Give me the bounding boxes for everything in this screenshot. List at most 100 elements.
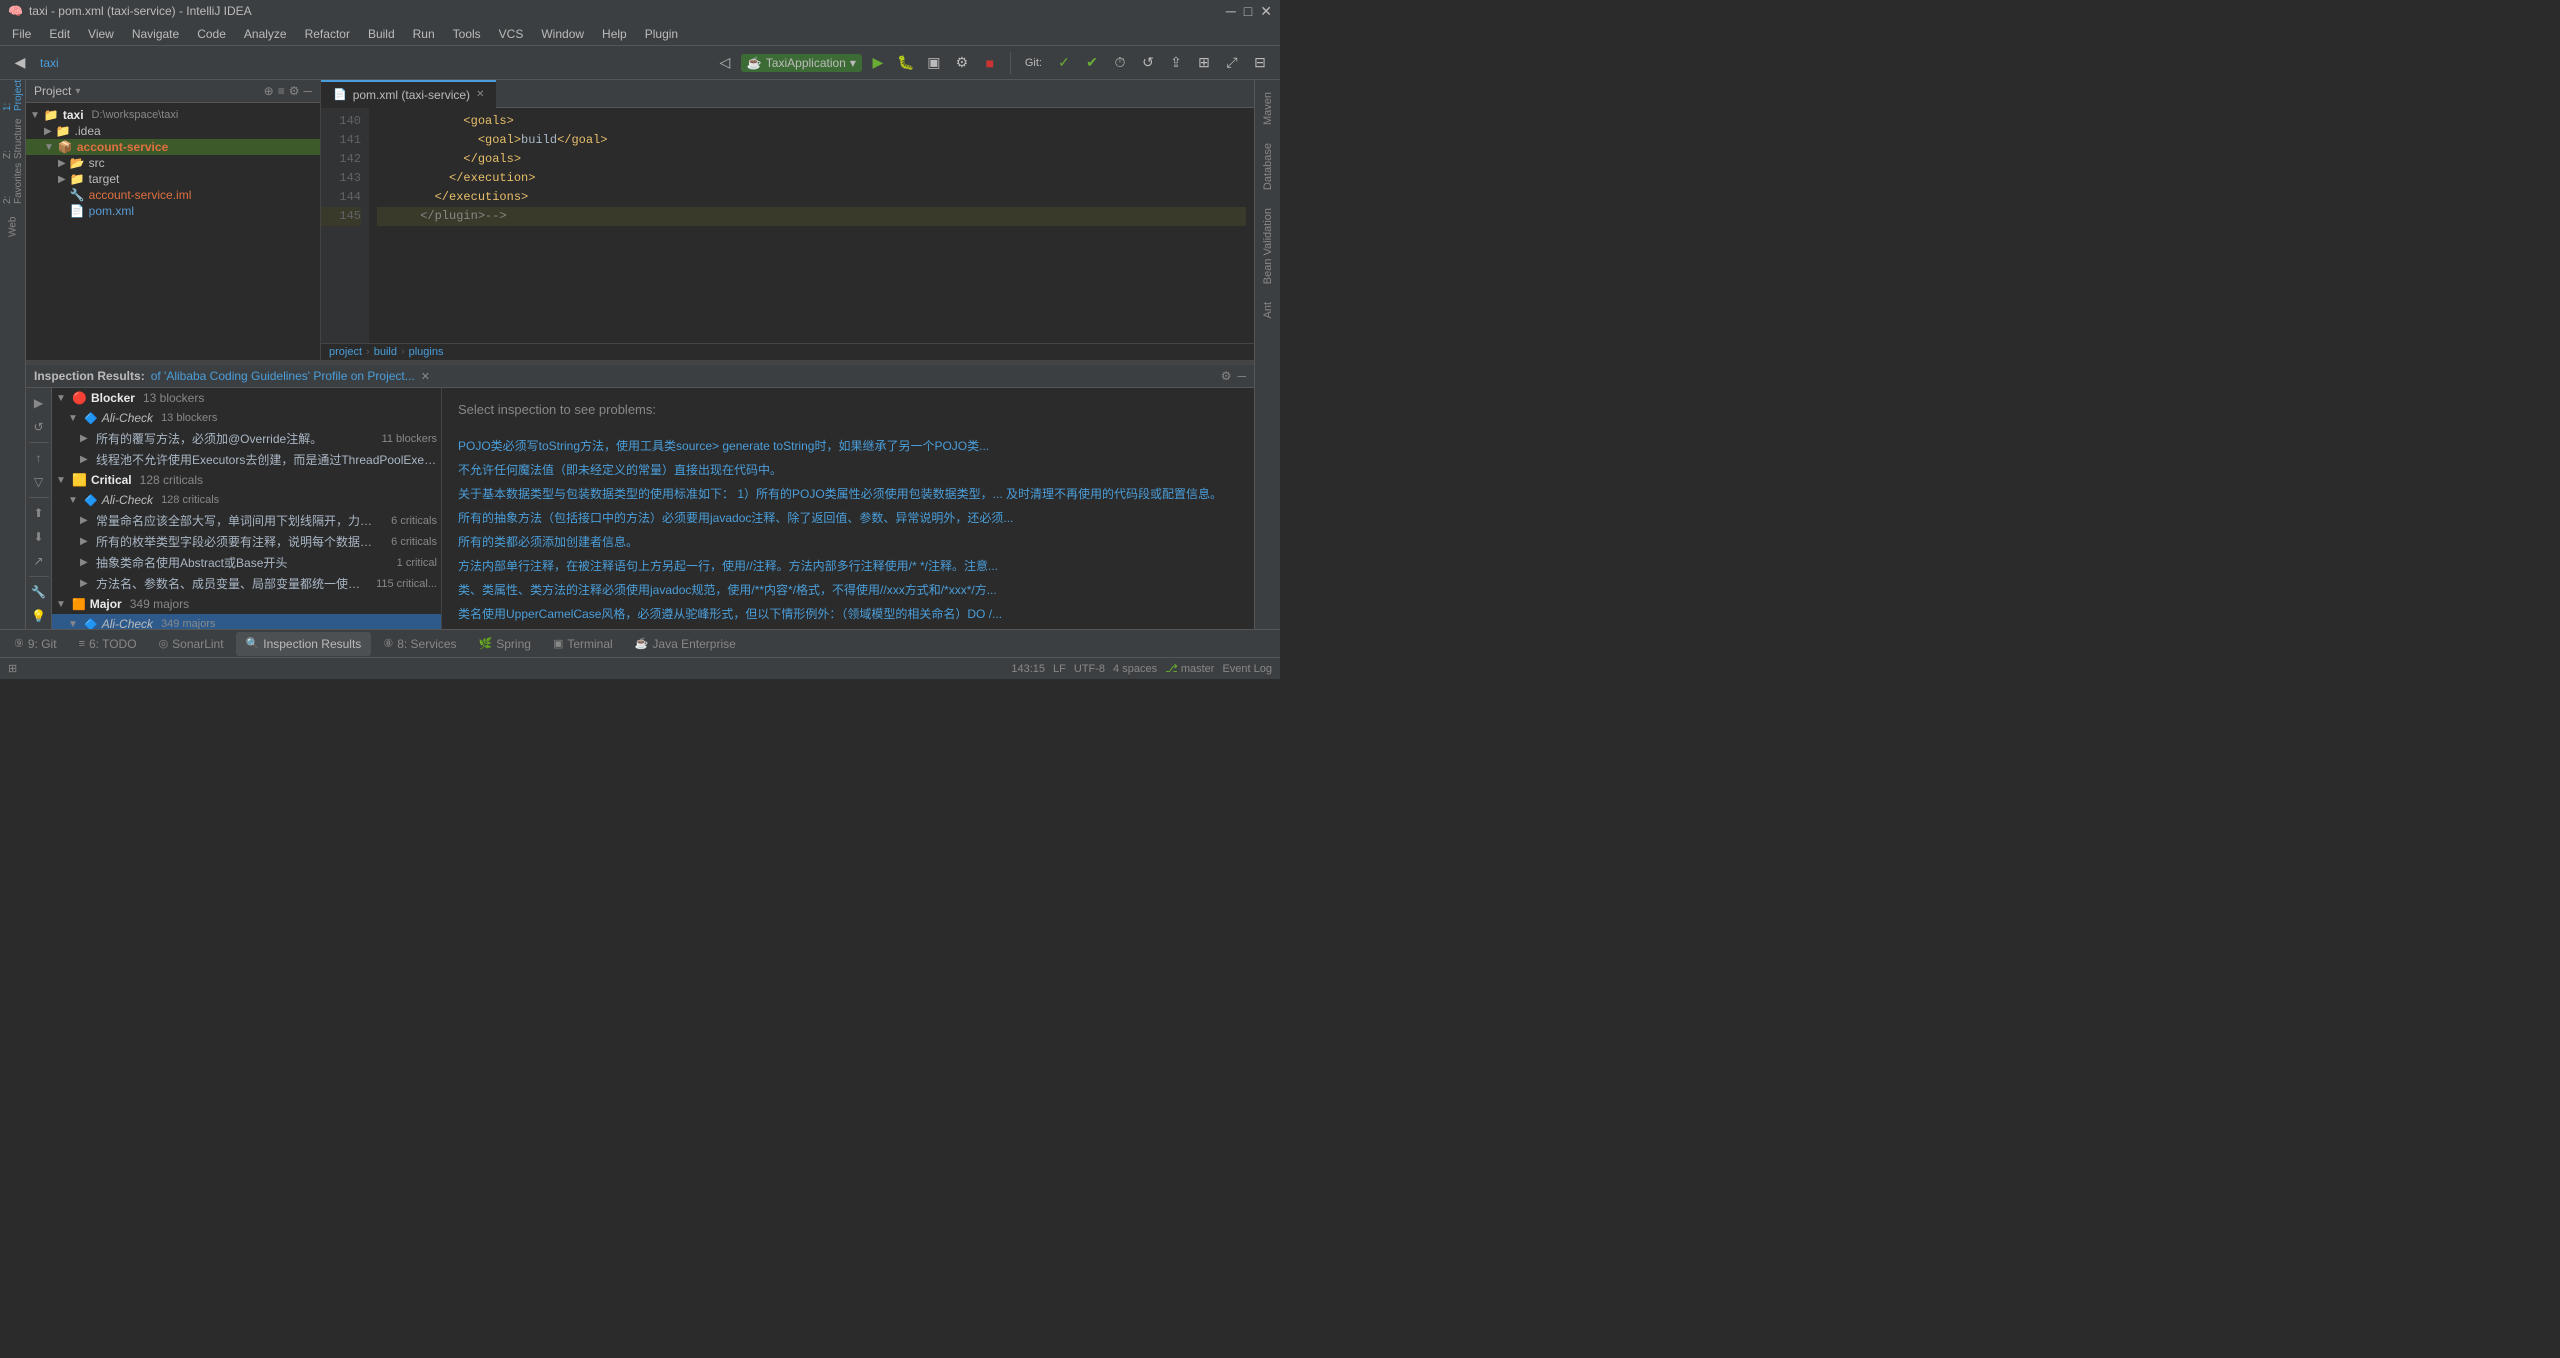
detail-item-3[interactable]: 关于基本数据类型与包装数据类型的使用标准如下： 1）所有的POJO类属性必须使用… xyxy=(458,485,1238,503)
code-area[interactable]: <goals> <goal>build</goal> </goals> </ex… xyxy=(369,108,1254,343)
insp-blocker-item-1[interactable]: ▶ 所有的覆写方法，必须加@Override注解。 11 blockers xyxy=(52,428,441,449)
right-panel-maven[interactable]: Maven xyxy=(1260,84,1276,133)
inspection-hide-icon[interactable]: ─ xyxy=(1237,369,1246,383)
insp-bulb-icon[interactable]: 💡 xyxy=(28,605,50,627)
menu-build[interactable]: Build xyxy=(360,25,403,43)
insp-alicheck-major[interactable]: ▼ 🔷 Ali-Check 349 majors xyxy=(52,614,441,629)
layout-button[interactable]: ⊟ xyxy=(1248,51,1272,75)
right-panel-ant[interactable]: Ant xyxy=(1260,294,1276,327)
tree-target[interactable]: ▶ 📁 target xyxy=(26,171,320,187)
detail-item-5[interactable]: 所有的类都必须添加创建者信息。 xyxy=(458,533,1238,551)
menu-plugin[interactable]: Plugin xyxy=(637,25,686,43)
status-encoding[interactable]: UTF-8 xyxy=(1074,663,1105,675)
project-settings-icon[interactable]: ⚙ xyxy=(289,84,300,98)
git-check-icon[interactable]: ✓ xyxy=(1052,51,1076,75)
insp-filter-icon[interactable]: ▽ xyxy=(28,471,50,493)
insp-up-icon[interactable]: ↑ xyxy=(28,447,50,469)
inspection-close-profile[interactable]: ✕ xyxy=(421,370,430,383)
menu-edit[interactable]: Edit xyxy=(41,25,78,43)
back-button[interactable]: ◀ xyxy=(8,51,32,75)
insp-move-up-icon[interactable]: ⬆ xyxy=(28,502,50,524)
git-revert-icon[interactable]: ↺ xyxy=(1136,51,1160,75)
status-indent[interactable]: 4 spaces xyxy=(1113,663,1157,675)
tree-src[interactable]: ▶ 📂 src xyxy=(26,155,320,171)
sidebar-favorites-tab[interactable]: 2: Favorites xyxy=(2,172,24,194)
git-commit-icon[interactable]: ✔ xyxy=(1080,51,1104,75)
status-git-branch[interactable]: ⎇ master xyxy=(1165,662,1214,675)
sidebar-web-tab[interactable]: Web xyxy=(2,216,24,238)
tree-idea[interactable]: ▶ 📁 .idea xyxy=(26,123,320,139)
right-panel-bean-validation[interactable]: Bean Validation xyxy=(1260,200,1276,292)
detail-item-8[interactable]: 类名使用UpperCamelCase风格，必须遵从驼峰形式，但以下情形例外：（领… xyxy=(458,605,1238,623)
git-history-icon[interactable]: ⏱ xyxy=(1108,51,1132,75)
bottom-tab-git[interactable]: ⑨ 9: Git xyxy=(4,632,67,656)
menu-help[interactable]: Help xyxy=(594,25,635,43)
event-log[interactable]: Event Log xyxy=(1222,663,1272,675)
tree-account-service[interactable]: ▼ 📦 account-service xyxy=(26,139,320,155)
menu-window[interactable]: Window xyxy=(533,25,592,43)
bottom-tab-terminal[interactable]: ▣ Terminal xyxy=(543,632,623,656)
insp-wrench-icon[interactable]: 🔧 xyxy=(28,581,50,603)
menu-tools[interactable]: Tools xyxy=(445,25,489,43)
insp-critical-item-4[interactable]: ▶ 方法名、参数名、成员变量、局部变量都统一使用lowerCamelCase，必… xyxy=(52,573,441,594)
detail-item-1[interactable]: POJO类必须写toString方法，使用工具类source> generate… xyxy=(458,437,1238,455)
breadcrumb-project[interactable]: project xyxy=(329,346,362,358)
insp-blocker-category[interactable]: ▼ 🔴 Blocker 13 blockers xyxy=(52,388,441,408)
detail-item-4[interactable]: 所有的抽象方法（包括接口中的方法）必须要用javadoc注释、除了返回值、参数、… xyxy=(458,509,1238,527)
menu-code[interactable]: Code xyxy=(189,25,234,43)
insp-export-icon[interactable]: ↗ xyxy=(28,550,50,572)
breadcrumb-plugins[interactable]: plugins xyxy=(409,346,444,358)
close-button[interactable]: ✕ xyxy=(1260,3,1272,20)
menu-run[interactable]: Run xyxy=(405,25,443,43)
detail-item-2[interactable]: 不允许任何魔法值（即未经定义的常量）直接出现在代码中。 xyxy=(458,461,1238,479)
detail-item-7[interactable]: 类、类属性、类方法的注释必须使用javadoc规范，使用/**内容*/格式，不得… xyxy=(458,581,1238,599)
debug-button[interactable]: 🐛 xyxy=(894,51,918,75)
sidebar-structure-tab[interactable]: Z: Structure xyxy=(2,128,24,150)
tab-pom-close[interactable]: ✕ xyxy=(476,89,484,100)
tree-root[interactable]: ▼ 📁 taxi D:\workspace\taxi xyxy=(26,107,320,123)
run-button[interactable]: ▶ xyxy=(866,51,890,75)
title-bar-right[interactable]: ─ □ ✕ xyxy=(1226,3,1272,20)
editor-tab-pom[interactable]: 📄 pom.xml (taxi-service) ✕ xyxy=(321,80,496,108)
bottom-tab-spring[interactable]: 🌿 Spring xyxy=(469,632,541,656)
insp-move-down-icon[interactable]: ⬇ xyxy=(28,526,50,548)
nav-back-button[interactable]: ◁ xyxy=(713,51,737,75)
sidebar-project-tab[interactable]: 1: Project xyxy=(2,84,24,106)
inspection-profile[interactable]: of 'Alibaba Coding Guidelines' Profile o… xyxy=(151,369,415,383)
insp-run-icon[interactable]: ▶ xyxy=(28,392,50,414)
bottom-tab-sonarlint[interactable]: ◎ SonarLint xyxy=(149,632,234,656)
insp-blocker-item-2[interactable]: ▶ 线程池不允许使用Executors去创建，而是通过ThreadPoolExe… xyxy=(52,449,441,470)
bottom-tab-services[interactable]: ⑧ 8: Services xyxy=(373,632,466,656)
detail-item-6[interactable]: 方法内部单行注释，在被注释语句上方另起一行，使用//注释。方法内部多行注释使用/… xyxy=(458,557,1238,575)
menu-analyze[interactable]: Analyze xyxy=(236,25,295,43)
status-position[interactable]: 143:15 xyxy=(1011,663,1045,675)
bottom-tab-todo[interactable]: ≡ 6: TODO xyxy=(69,632,147,656)
insp-critical-item-3[interactable]: ▶ 抽象类命名使用Abstract或Base开头 1 critical xyxy=(52,552,441,573)
breadcrumb-build[interactable]: build xyxy=(374,346,397,358)
expand-button[interactable]: ⤢ xyxy=(1220,51,1244,75)
insp-alicheck-critical[interactable]: ▼ 🔷 Ali-Check 128 criticals xyxy=(52,490,441,510)
project-dropdown-icon[interactable]: ▾ xyxy=(75,86,80,97)
menu-navigate[interactable]: Navigate xyxy=(124,25,187,43)
insp-alicheck-blocker[interactable]: ▼ 🔷 Ali-Check 13 blockers xyxy=(52,408,441,428)
insp-critical-item-1[interactable]: ▶ 常量命名应该全部大写，单词间用下划线隔开，力求语义表达完整清楚，不要嫌名字长… xyxy=(52,510,441,531)
menu-view[interactable]: View xyxy=(80,25,122,43)
minimize-button[interactable]: ─ xyxy=(1226,3,1236,20)
insp-critical-category[interactable]: ▼ 🟨 Critical 128 criticals xyxy=(52,470,441,490)
project-locate-icon[interactable]: ⊕ xyxy=(264,84,274,98)
git-push-icon[interactable]: ⇪ xyxy=(1164,51,1188,75)
status-line-ending[interactable]: LF xyxy=(1053,663,1066,675)
profile-button[interactable]: ⚙ xyxy=(950,51,974,75)
stop-button[interactable]: ■ xyxy=(978,51,1002,75)
insp-rerun-icon[interactable]: ↺ xyxy=(28,416,50,438)
menu-vcs[interactable]: VCS xyxy=(491,25,532,43)
maximize-button[interactable]: □ xyxy=(1244,3,1252,20)
insp-major-category[interactable]: ▼ 🟧 Major 349 majors xyxy=(52,594,441,614)
tree-iml[interactable]: ▶ 🔧 account-service.iml xyxy=(26,187,320,203)
bottom-tab-java-enterprise[interactable]: ☕ Java Enterprise xyxy=(625,632,746,656)
tree-pom[interactable]: ▶ 📄 pom.xml xyxy=(26,203,320,219)
git-fetch-icon[interactable]: ⊞ xyxy=(1192,51,1216,75)
project-hide-icon[interactable]: ─ xyxy=(303,84,312,98)
insp-critical-item-2[interactable]: ▶ 所有的枚举类型字段必须要有注释，说明每个数据项的用途。 6 critical… xyxy=(52,531,441,552)
menu-refactor[interactable]: Refactor xyxy=(297,25,358,43)
